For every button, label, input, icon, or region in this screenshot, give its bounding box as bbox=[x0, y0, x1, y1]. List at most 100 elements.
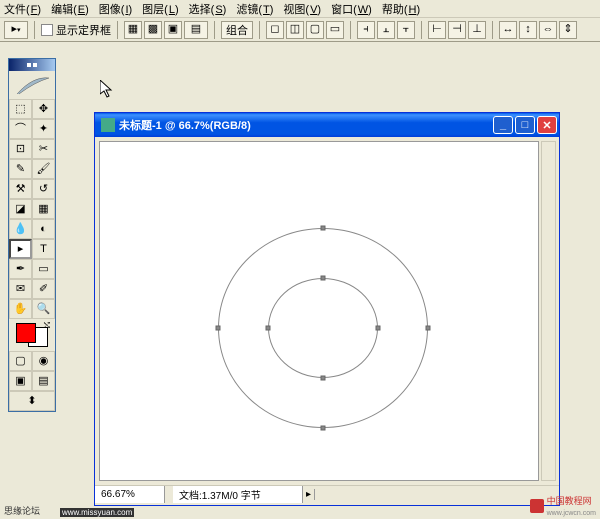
menu-window[interactable]: 窗口(W) bbox=[331, 1, 372, 17]
path-anchor[interactable] bbox=[266, 326, 271, 331]
wand-tool[interactable]: ✦ bbox=[32, 119, 55, 139]
document-icon bbox=[101, 118, 115, 132]
document-title: 未标题-1 @ 66.7%(RGB/8) bbox=[119, 117, 493, 133]
ps-logo-icon bbox=[9, 71, 55, 99]
shape-tool[interactable]: ▭ bbox=[32, 259, 55, 279]
eraser-tool[interactable]: ◪ bbox=[9, 199, 32, 219]
foreground-color[interactable] bbox=[16, 323, 36, 343]
align-btn-1[interactable]: ▦ bbox=[124, 21, 142, 39]
history-brush-tool[interactable]: ↺ bbox=[32, 179, 55, 199]
path-anchor[interactable] bbox=[376, 326, 381, 331]
shape-mode-2[interactable]: ◫ bbox=[286, 21, 304, 39]
align-v-2[interactable]: ⫠ bbox=[377, 21, 395, 39]
menu-image[interactable]: 图像(I) bbox=[99, 1, 132, 17]
combine-dropdown[interactable]: 组合 bbox=[221, 21, 253, 39]
notes-tool[interactable]: ✉ bbox=[9, 279, 32, 299]
info-flyout-icon[interactable]: ▸ bbox=[303, 489, 315, 500]
edit-mode-standard[interactable]: ▢ bbox=[9, 351, 32, 371]
zoom-icon: 🔍 bbox=[37, 304, 51, 315]
menu-help[interactable]: 帮助(H) bbox=[382, 1, 420, 17]
move-icon: ✥ bbox=[39, 104, 48, 115]
screen-mode-1[interactable]: ▣ bbox=[9, 371, 32, 391]
notes-icon: ✉ bbox=[16, 284, 25, 295]
swap-colors-icon[interactable]: ⤭ bbox=[44, 321, 50, 331]
brush-tool[interactable]: 🖌 bbox=[32, 159, 55, 179]
path-anchor[interactable] bbox=[321, 426, 326, 431]
lasso-tool[interactable]: ⌒ bbox=[9, 119, 32, 139]
crop-tool[interactable]: ⊡ bbox=[9, 139, 32, 159]
shape-icon: ▭ bbox=[38, 264, 48, 275]
path-anchor[interactable] bbox=[426, 326, 431, 331]
document-window: 未标题-1 @ 66.7%(RGB/8) _ □ ✕ 66.67% 文档:1.3… bbox=[94, 112, 560, 506]
healing-tool[interactable]: ✎ bbox=[9, 159, 32, 179]
path-anchor[interactable] bbox=[321, 376, 326, 381]
vertical-scrollbar[interactable] bbox=[541, 141, 556, 481]
align-v-1[interactable]: ⫞ bbox=[357, 21, 375, 39]
menu-edit[interactable]: 编辑(E) bbox=[51, 1, 89, 17]
align-h-1[interactable]: ⊢ bbox=[428, 21, 446, 39]
align-h-3[interactable]: ⊥ bbox=[468, 21, 486, 39]
dist-icon: ↕ bbox=[525, 24, 531, 35]
align-btn-2[interactable]: ▩ bbox=[144, 21, 162, 39]
path-select-tool[interactable]: ▸ bbox=[9, 239, 32, 259]
dist-icon: ↔ bbox=[503, 24, 514, 35]
align-btn-3[interactable]: ▣ bbox=[164, 21, 182, 39]
path-anchor[interactable] bbox=[321, 276, 326, 281]
dist-1[interactable]: ↔ bbox=[499, 21, 517, 39]
stamp-tool[interactable]: ⚒ bbox=[9, 179, 32, 199]
zoom-level[interactable]: 66.67% bbox=[95, 486, 165, 503]
jump-to-imageready[interactable]: ⬍ bbox=[9, 391, 55, 411]
align-icon: ⊥ bbox=[472, 24, 482, 35]
toolbox-grip[interactable] bbox=[9, 59, 55, 71]
circle-mask-icon: ◉ bbox=[39, 356, 49, 367]
align-h-2[interactable]: ⊣ bbox=[448, 21, 466, 39]
menu-view[interactable]: 视图(V) bbox=[283, 1, 321, 17]
crop-icon: ⊡ bbox=[16, 144, 25, 155]
menu-file[interactable]: 文件(F) bbox=[4, 1, 41, 17]
menu-bar: 文件(F) 编辑(E) 图像(I) 图层(L) 选择(S) 滤镜(T) 视图(V… bbox=[0, 0, 600, 18]
current-tool-indicator[interactable]: ▸▾ bbox=[4, 21, 28, 39]
separator bbox=[492, 21, 493, 39]
hand-tool[interactable]: ✋ bbox=[9, 299, 32, 319]
show-bounding-checkbox[interactable]: 显示定界框 bbox=[41, 22, 111, 38]
screen-mode-2[interactable]: ▤ bbox=[32, 371, 55, 391]
separator bbox=[421, 21, 422, 39]
menu-select[interactable]: 选择(S) bbox=[189, 1, 227, 17]
type-tool[interactable]: T bbox=[32, 239, 55, 259]
align-btn-4[interactable]: ▤ bbox=[184, 21, 208, 39]
inner-circle-path[interactable] bbox=[268, 278, 378, 378]
shape-mode-1[interactable]: ◻ bbox=[266, 21, 284, 39]
document-titlebar[interactable]: 未标题-1 @ 66.7%(RGB/8) _ □ ✕ bbox=[95, 113, 559, 137]
minimize-button[interactable]: _ bbox=[493, 116, 513, 134]
dist-4[interactable]: ⇕ bbox=[559, 21, 577, 39]
marquee-tool[interactable]: ⬚ bbox=[9, 99, 32, 119]
dist-icon: ⇕ bbox=[563, 24, 572, 35]
shape-mode-4[interactable]: ▭ bbox=[326, 21, 344, 39]
eyedropper-tool[interactable]: ✐ bbox=[32, 279, 55, 299]
canvas[interactable] bbox=[99, 141, 539, 481]
separator bbox=[117, 21, 118, 39]
layers-icon: ▣ bbox=[168, 24, 178, 35]
align-v-3[interactable]: ⫟ bbox=[397, 21, 415, 39]
close-button[interactable]: ✕ bbox=[537, 116, 557, 134]
dodge-tool[interactable]: ◐ bbox=[32, 219, 55, 239]
zoom-tool[interactable]: 🔍 bbox=[32, 299, 55, 319]
maximize-button[interactable]: □ bbox=[515, 116, 535, 134]
window-icon: ▤ bbox=[38, 376, 48, 387]
shape-mode-3[interactable]: ▢ bbox=[306, 21, 324, 39]
blur-tool[interactable]: 💧 bbox=[9, 219, 32, 239]
dist-2[interactable]: ↕ bbox=[519, 21, 537, 39]
slice-tool[interactable]: ✂ bbox=[32, 139, 55, 159]
gradient-tool[interactable]: ▦ bbox=[32, 199, 55, 219]
mouse-cursor-icon bbox=[100, 80, 116, 100]
path-anchor[interactable] bbox=[216, 326, 221, 331]
pen-tool[interactable]: ✒ bbox=[9, 259, 32, 279]
dist-3[interactable]: ⇔ bbox=[539, 21, 557, 39]
edit-mode-quickmask[interactable]: ◉ bbox=[32, 351, 55, 371]
move-tool[interactable]: ✥ bbox=[32, 99, 55, 119]
path-anchor[interactable] bbox=[321, 226, 326, 231]
slice-icon: ✂ bbox=[39, 144, 48, 155]
menu-filter[interactable]: 滤镜(T) bbox=[236, 1, 273, 17]
menu-layer[interactable]: 图层(L) bbox=[142, 1, 178, 17]
document-info[interactable]: 文档:1.37M/0 字节 bbox=[173, 486, 303, 503]
